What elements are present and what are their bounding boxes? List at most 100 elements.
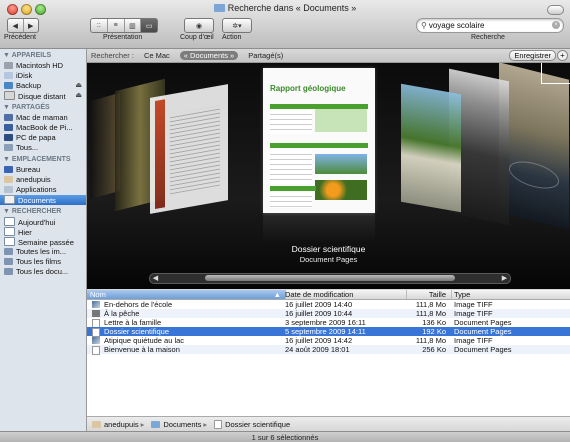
save-search-button[interactable]: Enregistrer [509, 50, 556, 61]
water-ripple [509, 156, 559, 194]
sidebar-section-search[interactable]: ▼ RECHERCHER [0, 207, 86, 217]
image-file-icon [92, 310, 100, 317]
sidebar-item-idisk[interactable]: iDisk [0, 71, 86, 81]
sidebar-item-all-movies[interactable]: Tous les films [0, 257, 86, 267]
applications-icon [4, 186, 13, 193]
computer-icon [4, 114, 13, 121]
eye-icon: ◉ [195, 22, 203, 30]
smart-folder-icon [4, 258, 13, 265]
resize-corner[interactable] [541, 63, 570, 84]
sidebar-item-documents[interactable]: Documents [0, 195, 86, 205]
column-header-name[interactable]: Nom ▲ [87, 290, 286, 299]
desktop-icon [4, 166, 13, 173]
clock-icon [4, 227, 15, 236]
eject-icon[interactable]: ⏏ [75, 81, 82, 91]
clock-icon [4, 217, 15, 226]
action-button[interactable]: ✲▾ [222, 18, 252, 33]
search-input[interactable]: voyage scolaire [429, 21, 485, 30]
tiff-file-icon [92, 337, 100, 344]
laptop-icon [4, 124, 13, 131]
sidebar-item-yesterday[interactable]: Hier [0, 227, 86, 237]
sidebar-item-home[interactable]: anedupuis [0, 175, 86, 185]
path-item-home[interactable]: anedupuis [104, 420, 139, 429]
home-icon [4, 176, 13, 183]
sidebar-item-applications[interactable]: Applications [0, 185, 86, 195]
scroll-right-icon[interactable]: ▶ [500, 275, 509, 282]
table-row[interactable]: Bienvenue à la maison 24 août 2009 18:01… [87, 345, 570, 355]
eject-icon[interactable]: ⏏ [75, 91, 82, 101]
home-icon [92, 421, 101, 428]
column-view-button[interactable]: ▥ [125, 19, 142, 32]
sidebar-item-all-shared[interactable]: Tous... [0, 143, 86, 153]
sidebar-item-mac-de-maman[interactable]: Mac de maman [0, 113, 86, 123]
pages-document-icon [92, 346, 100, 355]
list-header: Nom ▲ Date de modification Taille Type [87, 290, 570, 300]
coverflow-view[interactable]: Rapport géologique Dossier scientifique … [87, 63, 570, 289]
scope-this-mac[interactable]: Ce Mac [140, 51, 174, 60]
coverflow-view-button[interactable]: ▭ [141, 19, 157, 32]
sidebar-item-all-documents[interactable]: Tous les docu... [0, 267, 86, 277]
document-landscape-image [315, 154, 367, 174]
reflection [263, 203, 375, 243]
coverflow-item[interactable] [150, 84, 228, 214]
sidebar-item-remote-disk[interactable]: Disque distant ⏏ [0, 91, 86, 101]
status-bar: 1 sur 6 sélectionnés [0, 431, 570, 442]
coverflow-item[interactable] [401, 83, 461, 213]
finder-window: Recherche dans « Documents » ◀ ▶ Précéde… [0, 0, 570, 442]
gear-icon: ✲▾ [232, 22, 242, 30]
coverflow-selected-item[interactable]: Rapport géologique [263, 68, 375, 213]
icon-view-button[interactable]: :: [91, 19, 108, 32]
document-flower-image [315, 180, 367, 200]
sidebar-item-backup[interactable]: Backup ⏏ [0, 81, 86, 91]
coverflow-scrollbar[interactable]: ◀ ▶ [149, 273, 511, 284]
quicklook-button[interactable]: ◉ [184, 18, 214, 33]
sidebar-item-macbook[interactable]: MacBook de Pi... [0, 123, 86, 133]
document-text-lines [170, 105, 220, 195]
scrollbar-thumb[interactable] [205, 275, 455, 281]
document-text-lines [270, 150, 312, 184]
sidebar-item-bureau[interactable]: Bureau [0, 165, 86, 175]
document-section-bar [270, 186, 316, 191]
toolbar-toggle-button[interactable] [547, 5, 564, 15]
sidebar-item-macintosh-hd[interactable]: Macintosh HD [0, 61, 86, 71]
coverflow-item[interactable] [499, 63, 569, 230]
sidebar-section-shared[interactable]: ▼ PARTAGÉS [0, 103, 86, 113]
sidebar-item-today[interactable]: Aujourd'hui [0, 217, 86, 227]
table-row[interactable]: À la pêche 16 juillet 2009 10:44 111,8 M… [87, 309, 570, 318]
path-separator-icon: ▸ [140, 420, 145, 429]
column-header-type[interactable]: Type [451, 290, 570, 299]
search-label: Recherche [471, 34, 505, 41]
scope-shared[interactable]: Partagé(s) [244, 51, 287, 60]
smart-folder-icon [4, 248, 13, 255]
view-label: Présentation [103, 34, 143, 41]
list-view-button[interactable]: ≡ [108, 19, 125, 32]
table-row[interactable]: En-dehors de l'école 16 juillet 2009 14:… [87, 300, 570, 309]
add-criteria-button[interactable]: + [557, 50, 568, 61]
sidebar-item-pc-de-papa[interactable]: PC de papa [0, 133, 86, 143]
document-heading: Rapport géologique [270, 84, 346, 93]
hard-disk-icon [4, 62, 13, 69]
remote-disk-icon [4, 91, 15, 100]
sidebar-item-all-images[interactable]: Toutes les im... [0, 247, 86, 257]
table-row-selected[interactable]: Dossier scientifique 5 septembre 2009 14… [87, 327, 570, 337]
column-header-date[interactable]: Date de modification [282, 290, 407, 299]
sidebar: ▼ APPAREILS Macintosh HD iDisk Backup ⏏ D… [0, 49, 87, 431]
table-row[interactable]: Atipique quiétude au lac 16 juillet 2009… [87, 336, 570, 345]
sidebar-section-devices[interactable]: ▼ APPAREILS [0, 51, 86, 61]
clear-search-icon[interactable]: × [552, 21, 560, 29]
sidebar-section-places[interactable]: ▼ EMPLACEMENTS [0, 155, 86, 165]
search-scope-bar: Rechercher : Ce Mac « Documents » Partag… [87, 49, 570, 63]
idisk-icon [4, 72, 13, 79]
path-item-file[interactable]: Dossier scientifique [225, 420, 290, 429]
pc-icon [4, 134, 13, 141]
file-list: Nom ▲ Date de modification Taille Type En… [87, 290, 570, 416]
table-row[interactable]: Lettre à la famille 3 septembre 2009 16:… [87, 318, 570, 328]
column-header-size[interactable]: Taille [403, 290, 452, 299]
path-item-documents[interactable]: Documents [163, 420, 201, 429]
sidebar-item-past-week[interactable]: Semaine passée [0, 237, 86, 247]
back-arrow-icon[interactable]: ◀ [8, 19, 24, 32]
search-field[interactable]: ⚲ voyage scolaire × [416, 18, 564, 33]
scope-documents[interactable]: « Documents » [179, 51, 239, 60]
forward-arrow-icon[interactable]: ▶ [24, 19, 39, 32]
scroll-left-icon[interactable]: ◀ [151, 275, 160, 282]
